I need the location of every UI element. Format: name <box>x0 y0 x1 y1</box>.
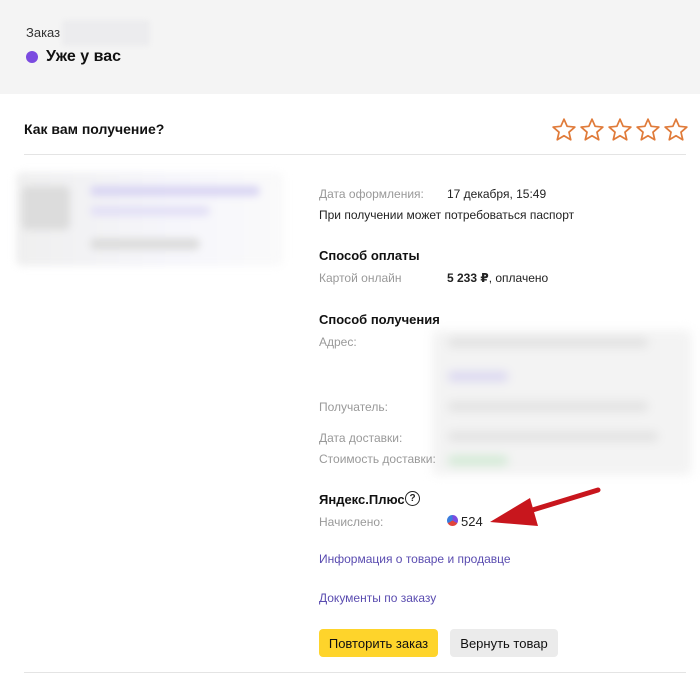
order-label: Заказ <box>26 25 61 40</box>
delivery-info-redacted <box>432 330 692 475</box>
rating-question: Как вам получение? <box>24 121 165 137</box>
return-item-button[interactable]: Вернуть товар <box>450 629 558 657</box>
section-divider <box>24 154 686 155</box>
star-icon-1[interactable] <box>551 117 577 143</box>
red-arrow-icon <box>490 487 601 526</box>
order-header: Заказ Уже у вас <box>0 0 700 94</box>
accrued-value: 524 <box>461 514 483 529</box>
payment-amount: 5 233 ₽ <box>447 271 489 285</box>
delivery-cost-label: Стоимость доставки: <box>319 452 436 466</box>
plus-title: Яндекс.Плюс <box>319 492 405 507</box>
star-icon-2[interactable] <box>579 117 605 143</box>
star-icon-5[interactable] <box>663 117 689 143</box>
status-dot-icon <box>26 51 38 63</box>
order-date-value: 17 декабря, 15:49 <box>447 187 547 201</box>
rating-stars[interactable] <box>551 117 689 143</box>
status-text: Уже у вас <box>46 48 121 65</box>
delivery-date-label: Дата доставки: <box>319 431 403 445</box>
payment-method-label: Картой онлайн <box>319 271 402 285</box>
accrued-label: Начислено: <box>319 515 384 529</box>
star-icon-4[interactable] <box>635 117 661 143</box>
star-icon-3[interactable] <box>607 117 633 143</box>
payment-status: , оплачено <box>488 271 549 285</box>
payment-amount-row: 5 233 ₽, оплачено <box>447 271 548 285</box>
delivery-title: Способ получения <box>319 312 440 327</box>
order-date-label: Дата оформления: <box>319 187 424 201</box>
help-icon[interactable]: ? <box>405 491 420 506</box>
order-number-redacted <box>62 20 150 46</box>
repeat-order-button[interactable]: Повторить заказ <box>319 629 438 657</box>
product-card-redacted[interactable] <box>16 172 284 266</box>
plus-points-icon <box>447 515 458 526</box>
address-label: Адрес: <box>319 335 357 349</box>
documents-link[interactable]: Документы по заказу <box>319 591 436 605</box>
recipient-label: Получатель: <box>319 400 388 414</box>
passport-note: При получении может потребоваться паспор… <box>319 208 575 222</box>
payment-title: Способ оплаты <box>319 248 420 263</box>
bottom-divider <box>24 672 686 673</box>
order-status: Уже у вас <box>26 48 121 66</box>
product-info-link[interactable]: Информация о товаре и продавце <box>319 552 511 566</box>
